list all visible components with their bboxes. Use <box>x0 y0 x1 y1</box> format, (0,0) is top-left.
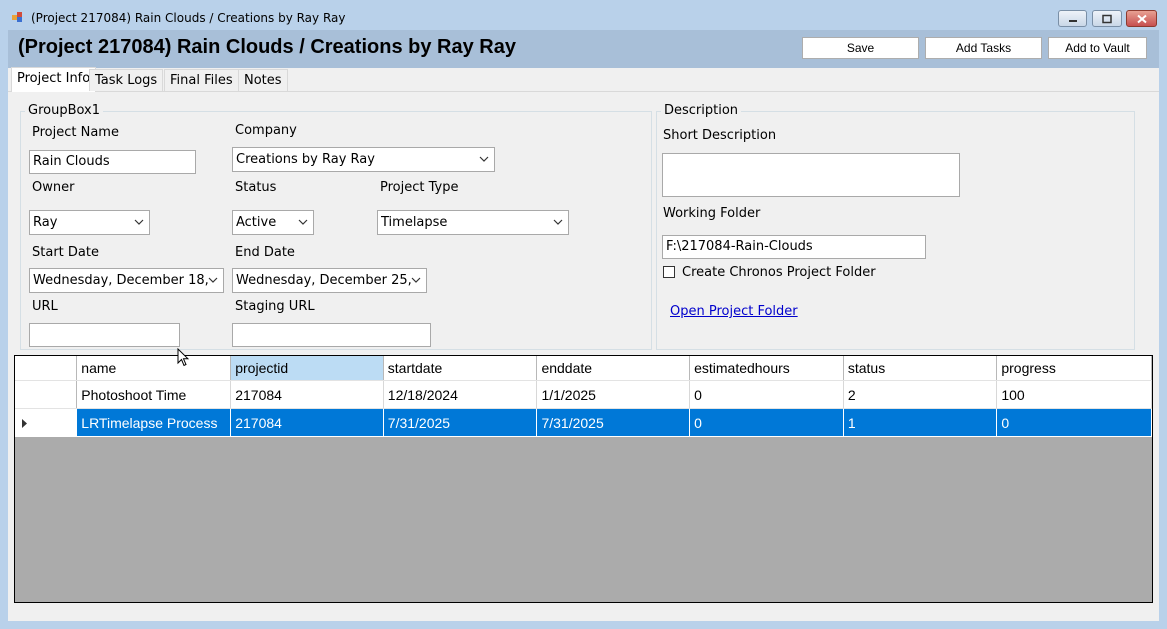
short-description-label: Short Description <box>663 128 777 143</box>
close-button[interactable] <box>1126 10 1157 27</box>
cell-name[interactable]: LRTimelapse Process <box>76 408 232 437</box>
table-row-selected[interactable]: LRTimelapse Process 217084 7/31/2025 7/3… <box>15 408 1152 437</box>
working-folder-field[interactable]: F:\217084-Rain-Clouds <box>662 235 926 259</box>
cell-projectid[interactable]: 217084 <box>230 380 384 409</box>
column-header-projectid[interactable]: projectid <box>230 356 384 381</box>
cell-estimatedhours[interactable]: 0 <box>689 408 844 437</box>
window-title: (Project 217084) Rain Clouds / Creations… <box>31 11 346 25</box>
cell-status[interactable]: 1 <box>843 408 998 437</box>
end-date-picker[interactable]: Wednesday, December 25, 20 <box>232 268 427 293</box>
maximize-button[interactable] <box>1092 10 1122 27</box>
status-value: Active <box>236 215 277 230</box>
description-legend: Description <box>661 103 742 118</box>
chevron-down-icon <box>134 219 144 225</box>
cell-enddate[interactable]: 1/1/2025 <box>536 380 691 409</box>
company-dropdown[interactable]: Creations by Ray Ray <box>232 147 495 172</box>
table-row[interactable]: Photoshoot Time 217084 12/18/2024 1/1/20… <box>15 380 1152 409</box>
current-row-arrow-icon <box>22 419 27 429</box>
column-header-enddate[interactable]: enddate <box>536 356 691 381</box>
cell-status[interactable]: 2 <box>843 380 998 409</box>
owner-value: Ray <box>33 215 58 230</box>
company-label: Company <box>235 123 297 138</box>
chevron-down-icon <box>411 277 421 283</box>
cell-name[interactable]: Photoshoot Time <box>76 380 232 409</box>
mouse-pointer-icon <box>177 347 190 371</box>
project-name-label: Project Name <box>32 125 119 140</box>
project-type-label: Project Type <box>380 180 459 195</box>
cell-startdate[interactable]: 7/31/2025 <box>383 408 538 437</box>
groupbox1-legend: GroupBox1 <box>25 103 104 118</box>
tab-final-files[interactable]: Final Files <box>164 69 239 91</box>
cell-projectid[interactable]: 217084 <box>230 408 384 437</box>
project-type-value: Timelapse <box>381 215 448 230</box>
column-header-startdate[interactable]: startdate <box>383 356 538 381</box>
add-to-vault-button[interactable]: Add to Vault <box>1048 37 1147 59</box>
column-header-status[interactable]: status <box>843 356 998 381</box>
working-folder-label: Working Folder <box>663 206 761 221</box>
tab-notes[interactable]: Notes <box>238 69 288 91</box>
column-header-name[interactable]: name <box>76 356 232 381</box>
minimize-button[interactable] <box>1058 10 1087 27</box>
cell-progress[interactable]: 0 <box>996 408 1152 437</box>
staging-url-field[interactable] <box>232 323 431 347</box>
start-date-picker[interactable]: Wednesday, December 18, 20 <box>29 268 224 293</box>
tasks-data-grid[interactable]: name projectid startdate enddate estimat… <box>14 355 1153 603</box>
project-name-field[interactable]: Rain Clouds <box>29 150 196 174</box>
save-button[interactable]: Save <box>802 37 919 59</box>
add-tasks-button[interactable]: Add Tasks <box>925 37 1042 59</box>
open-project-folder-link[interactable]: Open Project Folder <box>670 304 798 319</box>
url-field[interactable] <box>29 323 180 347</box>
end-date-label: End Date <box>235 245 295 260</box>
cell-estimatedhours[interactable]: 0 <box>689 380 844 409</box>
row-header-corner[interactable] <box>15 356 78 381</box>
cell-startdate[interactable]: 12/18/2024 <box>383 380 538 409</box>
project-type-dropdown[interactable]: Timelapse <box>377 210 569 235</box>
company-value: Creations by Ray Ray <box>236 152 375 167</box>
tab-task-logs[interactable]: Task Logs <box>89 69 164 91</box>
end-date-value: Wednesday, December 25, 20 <box>236 273 411 288</box>
page-title: (Project 217084) Rain Clouds / Creations… <box>18 36 516 58</box>
create-folder-label: Create Chronos Project Folder <box>682 265 876 280</box>
staging-url-label: Staging URL <box>235 299 315 314</box>
status-label: Status <box>235 180 277 195</box>
chevron-down-icon <box>298 219 308 225</box>
start-date-label: Start Date <box>32 245 99 260</box>
start-date-value: Wednesday, December 18, 20 <box>33 273 208 288</box>
url-label: URL <box>32 299 58 314</box>
column-header-estimatedhours[interactable]: estimatedhours <box>689 356 844 381</box>
row-header[interactable] <box>15 380 78 409</box>
cell-enddate[interactable]: 7/31/2025 <box>536 408 691 437</box>
restore-icon <box>1102 14 1112 23</box>
chevron-down-icon <box>479 156 489 162</box>
row-header[interactable] <box>15 408 78 437</box>
chevron-down-icon <box>208 277 218 283</box>
short-description-field[interactable] <box>662 153 960 197</box>
cell-progress[interactable]: 100 <box>996 380 1152 409</box>
close-icon <box>1136 14 1147 23</box>
column-header-progress[interactable]: progress <box>996 356 1152 381</box>
chevron-down-icon <box>553 219 563 225</box>
owner-dropdown[interactable]: Ray <box>29 210 150 235</box>
status-dropdown[interactable]: Active <box>232 210 314 235</box>
app-icon <box>12 12 23 23</box>
minimize-icon <box>1068 19 1077 22</box>
owner-label: Owner <box>32 180 75 195</box>
tab-project-info[interactable]: Project Info <box>11 67 97 92</box>
create-folder-checkbox[interactable] <box>663 266 675 278</box>
